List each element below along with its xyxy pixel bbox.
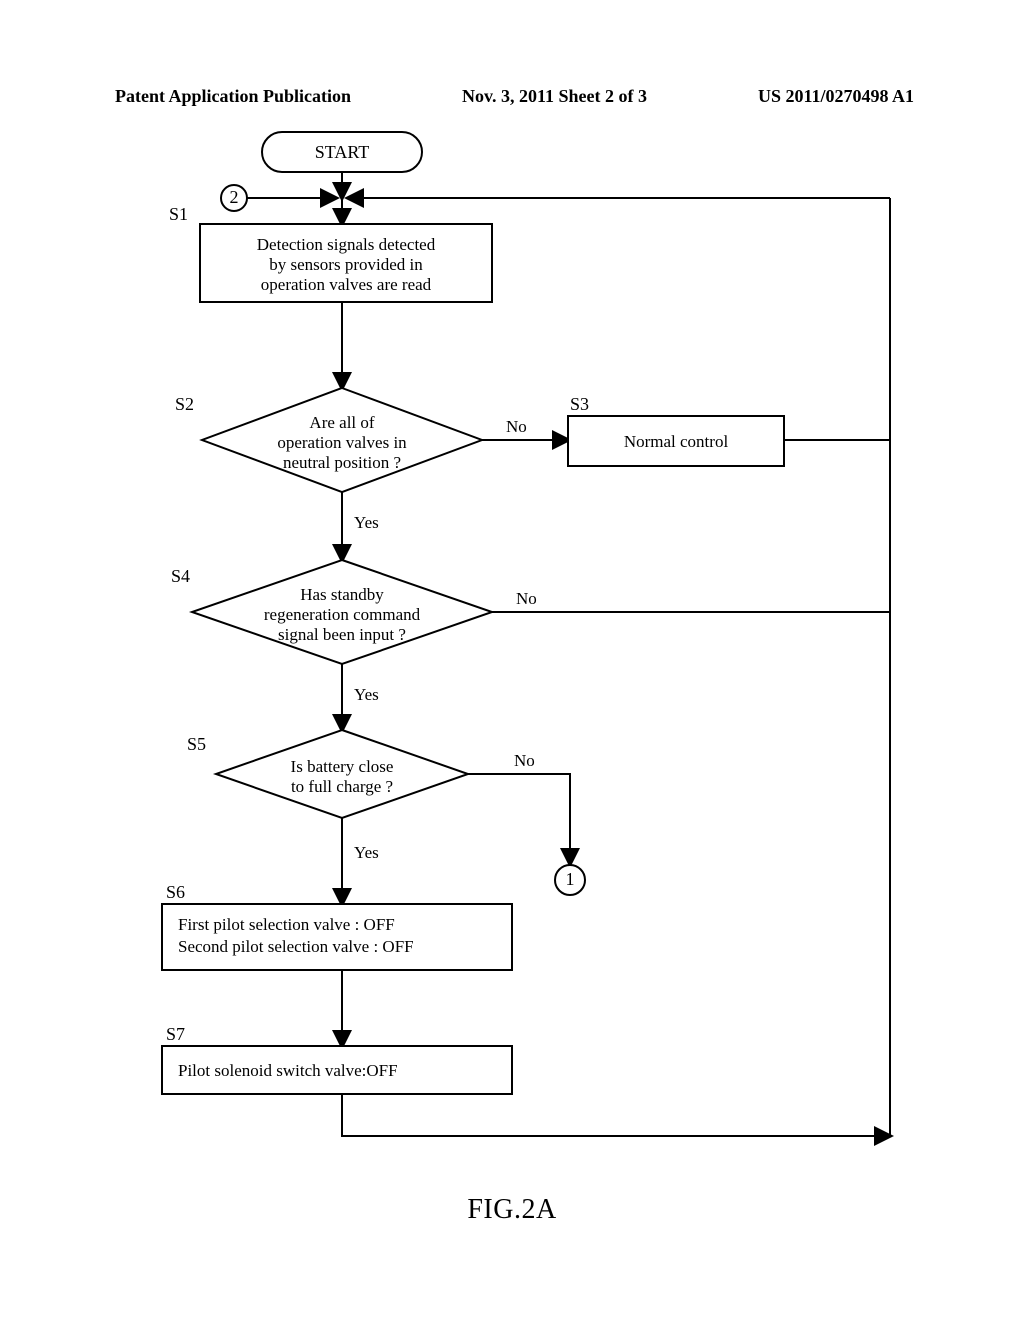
label-s2: S2 <box>175 394 194 414</box>
label-s4: S4 <box>171 566 190 586</box>
s1-line3: operation valves are read <box>261 275 432 294</box>
s5-line2: to full charge ? <box>291 777 393 796</box>
s4-line3: signal been input ? <box>278 625 406 644</box>
s1-line1: Detection signals detected <box>257 235 436 254</box>
s5-yes: Yes <box>354 843 379 862</box>
figure-caption: FIG.2A <box>0 1194 1024 1226</box>
start-text: START <box>315 142 369 162</box>
s2-line2: operation valves in <box>277 433 407 452</box>
header-right: US 2011/0270498 A1 <box>758 86 914 107</box>
s4-yes: Yes <box>354 685 379 704</box>
s2-line1: Are all of <box>309 413 374 432</box>
s2-yes: Yes <box>354 513 379 532</box>
page-header: Patent Application Publication Nov. 3, 2… <box>0 86 1024 107</box>
s7-text: Pilot solenoid switch valve:OFF <box>178 1061 398 1080</box>
s6-line2: Second pilot selection valve : OFF <box>178 937 414 956</box>
s1-line2: by sensors provided in <box>269 255 423 274</box>
s4-line1: Has standby <box>300 585 384 604</box>
s3-text: Normal control <box>624 432 729 451</box>
header-left: Patent Application Publication <box>115 86 351 107</box>
label-s6: S6 <box>166 882 185 902</box>
s5-line1: Is battery close <box>291 757 394 776</box>
s2-line3: neutral position ? <box>283 453 401 472</box>
s2-no: No <box>506 417 527 436</box>
label-s3: S3 <box>570 394 589 414</box>
connector-2-text: 2 <box>230 187 239 207</box>
label-s7: S7 <box>166 1024 185 1044</box>
s4-line2: regeneration command <box>264 605 421 624</box>
s4-no: No <box>516 589 537 608</box>
flowchart: START 2 S1 Detection signals detected by… <box>130 128 910 1188</box>
s5-no: No <box>514 751 535 770</box>
s6-line1: First pilot selection valve : OFF <box>178 915 395 934</box>
label-s1: S1 <box>169 204 188 224</box>
connector-1-text: 1 <box>566 869 575 889</box>
header-center: Nov. 3, 2011 Sheet 2 of 3 <box>462 86 647 107</box>
label-s5: S5 <box>187 734 206 754</box>
